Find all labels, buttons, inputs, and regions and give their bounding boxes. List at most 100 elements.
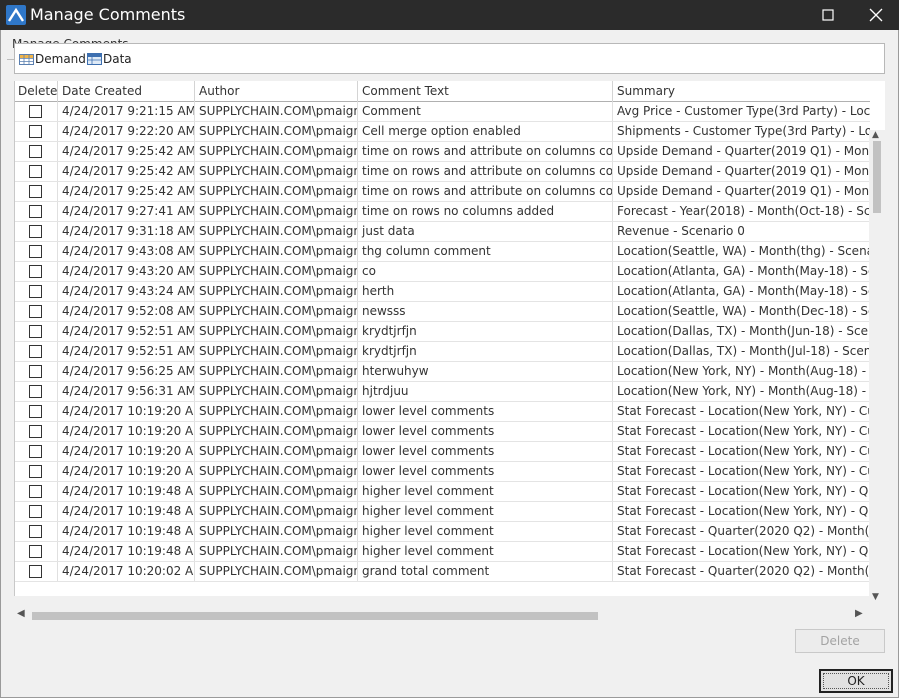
summary-cell[interactable]: Avg Price - Customer Type(3rd Party) - L… [613,102,870,121]
comment-text-cell[interactable]: hterwuhyw [358,362,613,381]
table-row[interactable]: 4/24/2017 9:27:41 AM SUPPLYCHAIN.COM\pmai… [15,202,870,222]
delete-checkbox[interactable] [29,165,42,178]
delete-checkbox[interactable] [29,485,42,498]
date-created-cell[interactable]: 4/24/2017 9:52:08 AM [58,302,195,321]
comment-text-cell[interactable]: grand total comment [358,562,613,581]
date-created-cell[interactable]: 4/24/2017 9:52:51 AM [58,322,195,341]
column-header-date-created[interactable]: Date Created [58,81,195,102]
summary-cell[interactable]: Location(Seattle, WA) - Month(Dec-18) - … [613,302,870,321]
delete-checkbox[interactable] [29,205,42,218]
delete-checkbox[interactable] [29,365,42,378]
date-created-cell[interactable]: 4/24/2017 9:56:31 AM [58,382,195,401]
date-created-cell[interactable]: 4/24/2017 10:19:48 AM [58,522,195,541]
table-row[interactable]: 4/24/2017 9:52:08 AM SUPPLYCHAIN.COM\pmai… [15,302,870,322]
comment-text-cell[interactable]: time on rows and attribute on columns co… [358,162,613,181]
table-row[interactable]: 4/24/2017 9:25:42 AM SUPPLYCHAIN.COM\pmai… [15,162,870,182]
delete-checkbox[interactable] [29,565,42,578]
summary-cell[interactable]: Location(Dallas, TX) - Month(Jun-18) - S… [613,322,870,341]
summary-cell[interactable]: Stat Forecast - Location(New York, NY) -… [613,542,870,561]
summary-cell[interactable]: Location(New York, NY) - Month(Aug-18) -… [613,382,870,401]
author-cell[interactable]: SUPPLYCHAIN.COM\pmaignan [195,422,358,441]
comment-text-cell[interactable]: just data [358,222,613,241]
table-row[interactable]: 4/24/2017 10:20:02 AM SUPPLYCHAIN.COM\pma… [15,562,870,582]
author-cell[interactable]: SUPPLYCHAIN.COM\pmaignan [195,142,358,161]
delete-checkbox[interactable] [29,185,42,198]
delete-checkbox[interactable] [29,325,42,338]
date-created-cell[interactable]: 4/24/2017 9:52:51 AM [58,342,195,361]
date-created-cell[interactable]: 4/24/2017 10:19:20 AM [58,402,195,421]
horizontal-scroll-thumb[interactable] [32,612,598,620]
table-row[interactable]: 4/24/2017 10:19:48 AM SUPPLYCHAIN.COM\pma… [15,542,870,562]
comment-text-cell[interactable]: co [358,262,613,281]
delete-checkbox[interactable] [29,265,42,278]
comment-text-cell[interactable]: lower level comments [358,422,613,441]
column-header-summary[interactable]: Summary [613,81,870,102]
comment-text-cell[interactable]: krydtjrfjn [358,322,613,341]
summary-cell[interactable]: Revenue - Scenario 0 [613,222,870,241]
scroll-left-icon[interactable]: ◀ [17,608,25,619]
delete-checkbox[interactable] [29,505,42,518]
author-cell[interactable]: SUPPLYCHAIN.COM\pmaignan [195,382,358,401]
author-cell[interactable]: SUPPLYCHAIN.COM\pmaignan [195,482,358,501]
table-row[interactable]: 4/24/2017 9:25:42 AM SUPPLYCHAIN.COM\pmai… [15,142,870,162]
author-cell[interactable]: SUPPLYCHAIN.COM\pmaignan [195,502,358,521]
delete-checkbox[interactable] [29,285,42,298]
delete-checkbox[interactable] [29,385,42,398]
summary-cell[interactable]: Shipments - Customer Type(3rd Party) - L… [613,122,870,141]
summary-cell[interactable]: Stat Forecast - Location(New York, NY) -… [613,422,870,441]
delete-checkbox[interactable] [29,425,42,438]
author-cell[interactable]: SUPPLYCHAIN.COM\pmaignan [195,122,358,141]
author-cell[interactable]: SUPPLYCHAIN.COM\pmaignan [195,282,358,301]
author-cell[interactable]: SUPPLYCHAIN.COM\pmaignan [195,322,358,341]
date-created-cell[interactable]: 4/24/2017 10:19:20 AM [58,462,195,481]
summary-cell[interactable]: Location(Atlanta, GA) - Month(May-18) - … [613,282,870,301]
author-cell[interactable]: SUPPLYCHAIN.COM\pmaignan [195,362,358,381]
table-row[interactable]: 4/24/2017 10:19:20 AM SUPPLYCHAIN.COM\pma… [15,442,870,462]
delete-checkbox[interactable] [29,445,42,458]
scroll-right-icon[interactable]: ▶ [855,608,863,619]
delete-checkbox[interactable] [29,465,42,478]
date-created-cell[interactable]: 4/24/2017 10:19:48 AM [58,502,195,521]
summary-cell[interactable]: Stat Forecast - Location(New York, NY) -… [613,502,870,521]
table-row[interactable]: 4/24/2017 9:43:20 AM SUPPLYCHAIN.COM\pmai… [15,262,870,282]
comment-text-cell[interactable]: thg column comment [358,242,613,261]
table-row[interactable]: 4/24/2017 10:19:48 AM SUPPLYCHAIN.COM\pma… [15,522,870,542]
date-created-cell[interactable]: 4/24/2017 10:20:02 AM [58,562,195,581]
delete-checkbox[interactable] [29,305,42,318]
summary-cell[interactable]: Stat Forecast - Quarter(2020 Q2) - Month… [613,522,870,541]
comment-text-cell[interactable]: time on rows no columns added [358,202,613,221]
table-row[interactable]: 4/24/2017 10:19:20 AM SUPPLYCHAIN.COM\pma… [15,422,870,442]
summary-cell[interactable]: Stat Forecast - Location(New York, NY) -… [613,442,870,461]
author-cell[interactable]: SUPPLYCHAIN.COM\pmaignan [195,222,358,241]
delete-checkbox[interactable] [29,245,42,258]
summary-cell[interactable]: Upside Demand - Quarter(2019 Q1) - Month… [613,142,870,161]
comment-text-cell[interactable]: time on rows and attribute on columns co… [358,182,613,201]
author-cell[interactable]: SUPPLYCHAIN.COM\pmaignan [195,242,358,261]
column-header-comment-text[interactable]: Comment Text [358,81,613,102]
author-cell[interactable]: SUPPLYCHAIN.COM\pmaignan [195,522,358,541]
summary-cell[interactable]: Location(Atlanta, GA) - Month(May-18) - … [613,262,870,281]
table-row[interactable]: 4/24/2017 9:43:08 AM SUPPLYCHAIN.COM\pmai… [15,242,870,262]
comment-text-cell[interactable]: lower level comments [358,402,613,421]
summary-cell[interactable]: Forecast - Year(2018) - Month(Oct-18) - … [613,202,870,221]
summary-cell[interactable]: Stat Forecast - Location(New York, NY) -… [613,482,870,501]
author-cell[interactable]: SUPPLYCHAIN.COM\pmaignan [195,542,358,561]
author-cell[interactable]: SUPPLYCHAIN.COM\pmaignan [195,402,358,421]
comment-text-cell[interactable]: higher level comment [358,482,613,501]
date-created-cell[interactable]: 4/24/2017 10:19:20 AM [58,442,195,461]
date-created-cell[interactable]: 4/24/2017 9:56:25 AM [58,362,195,381]
table-row[interactable]: 4/24/2017 9:43:24 AM SUPPLYCHAIN.COM\pmai… [15,282,870,302]
comment-text-cell[interactable]: time on rows and attribute on columns co… [358,142,613,161]
delete-checkbox[interactable] [29,145,42,158]
author-cell[interactable]: SUPPLYCHAIN.COM\pmaignan [195,462,358,481]
summary-cell[interactable]: Location(Seattle, WA) - Month(thg) - Sce… [613,242,870,261]
delete-button[interactable]: Delete [795,629,885,653]
vertical-scrollbar[interactable]: ▲ ▼ [869,130,885,607]
summary-cell[interactable]: Stat Forecast - Quarter(2020 Q2) - Month… [613,562,870,581]
comment-text-cell[interactable]: lower level comments [358,462,613,481]
summary-cell[interactable]: Location(Dallas, TX) - Month(Jul-18) - S… [613,342,870,361]
data-button[interactable]: Data [87,52,132,66]
summary-cell[interactable]: Stat Forecast - Location(New York, NY) -… [613,462,870,481]
date-created-cell[interactable]: 4/24/2017 9:43:24 AM [58,282,195,301]
comment-text-cell[interactable]: herth [358,282,613,301]
